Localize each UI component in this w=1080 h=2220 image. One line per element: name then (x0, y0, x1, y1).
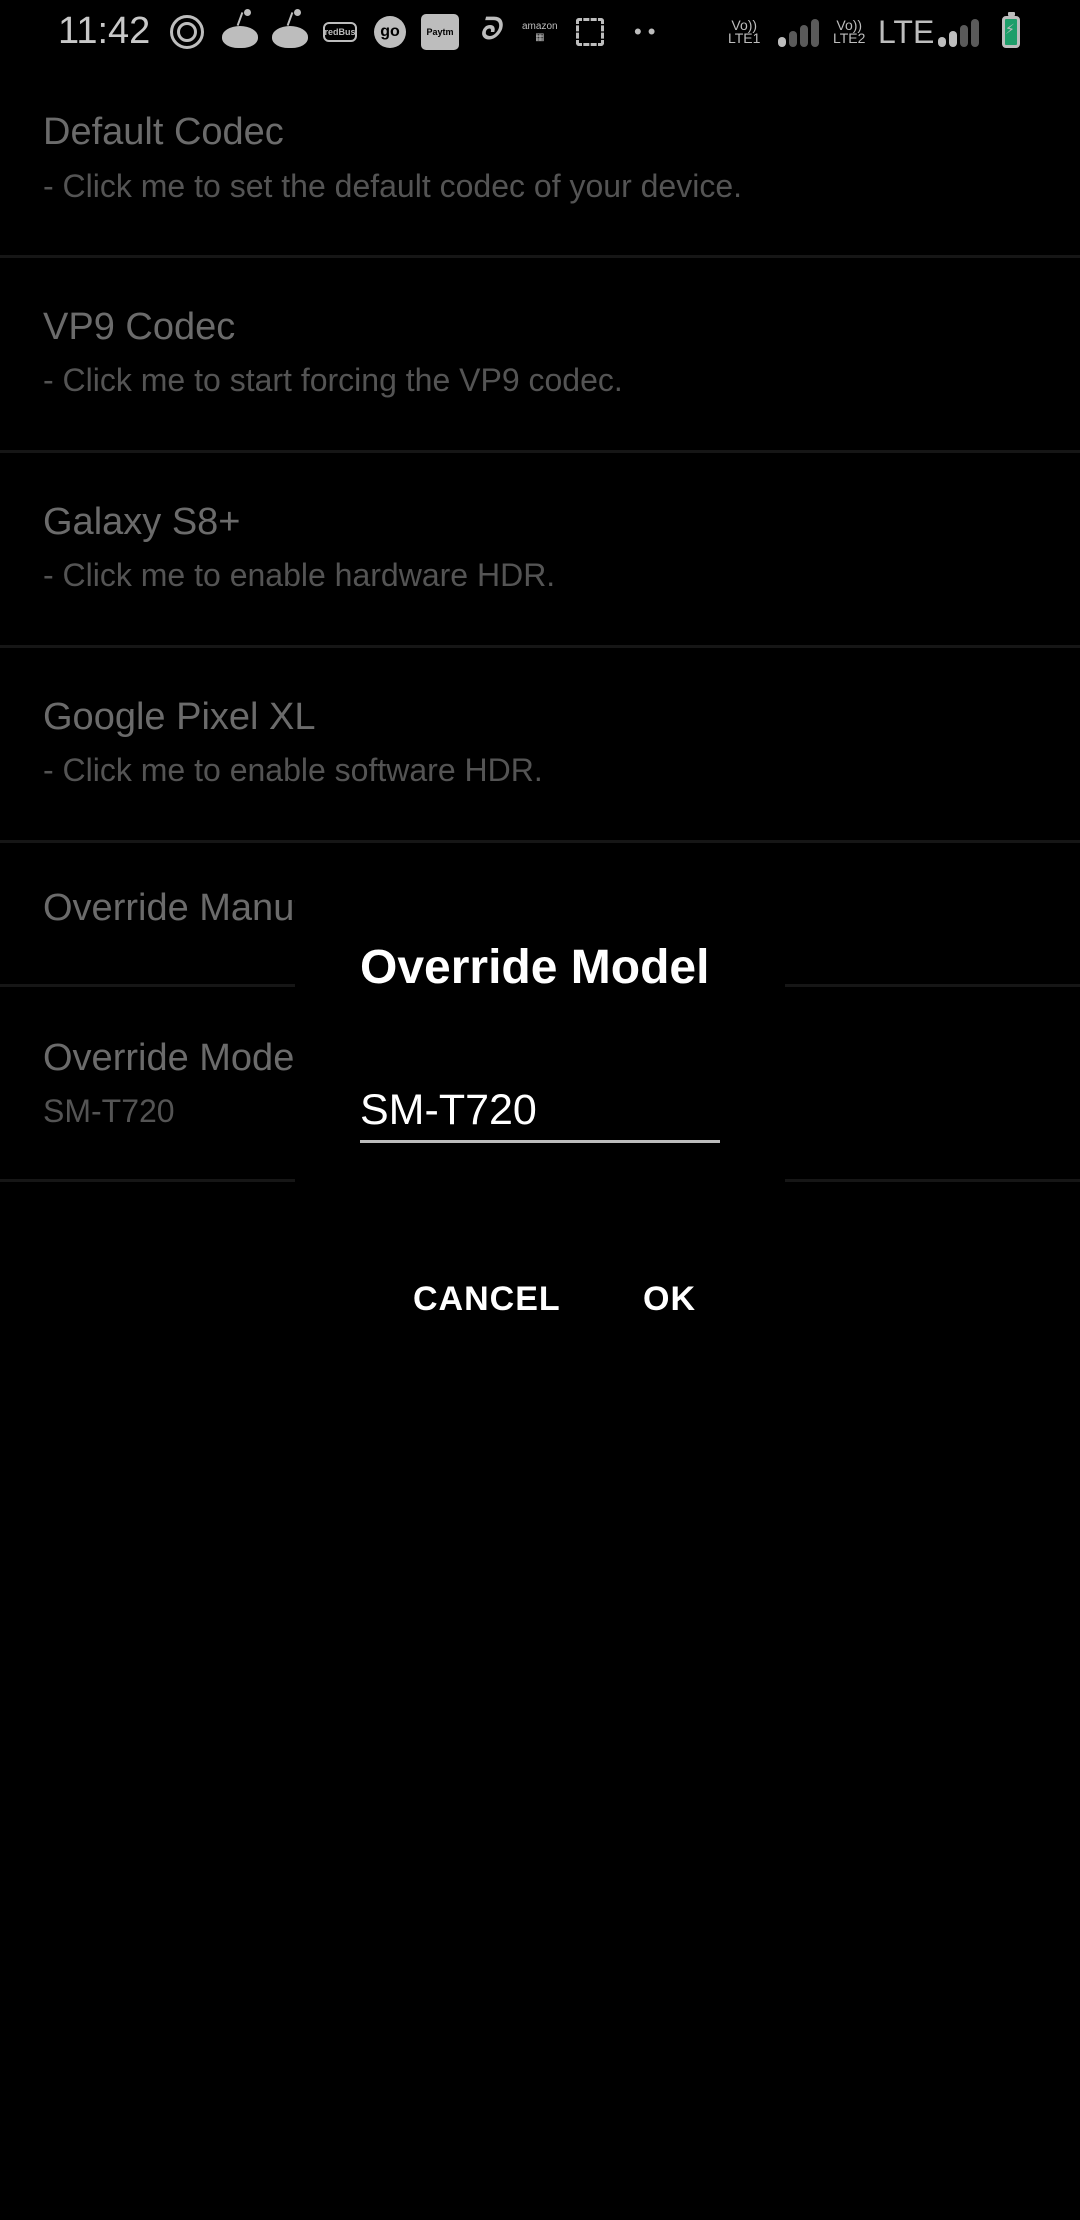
reddit-icon (272, 9, 308, 50)
volte-sim1-icon: Vo)) LTE1 (728, 17, 761, 46)
go-icon: go (374, 14, 406, 50)
setting-vp9-codec[interactable]: VP9 Codec - Click me to start forcing th… (0, 258, 1080, 453)
more-dots-icon: •• (634, 19, 662, 44)
cancel-button[interactable]: CANCEL (413, 1280, 561, 1319)
status-time: 11:42 (58, 10, 151, 52)
reddit-icon (222, 9, 258, 50)
circle-app-icon (170, 14, 204, 50)
signal-sim1-icon (778, 14, 819, 50)
dialog-actions: CANCEL OK (295, 1280, 785, 1340)
setting-title: Override Model (43, 1037, 303, 1079)
signal-sim2-icon (938, 14, 979, 50)
ok-button[interactable]: OK (643, 1280, 696, 1319)
setting-galaxy-s8-plus[interactable]: Galaxy S8+ - Click me to enable hardware… (0, 453, 1080, 648)
setting-title: Default Codec (43, 111, 284, 153)
setting-subtitle: - Click me to start forcing the VP9 code… (43, 362, 623, 398)
setting-subtitle: - Click me to set the default codec of y… (43, 168, 742, 204)
volte-sim2-icon: Vo)) LTE2 (833, 17, 866, 46)
battery-charging-icon (1002, 12, 1020, 50)
setting-subtitle: SM-T720 (43, 1093, 175, 1129)
override-model-dialog: Override Model CANCEL OK (295, 890, 785, 1360)
setting-title: VP9 Codec (43, 306, 236, 348)
redbus-icon: redBus (323, 14, 357, 50)
setting-title: Galaxy S8+ (43, 501, 241, 543)
amazon-icon: amazon ▦ (522, 21, 558, 43)
paytm-icon: Paytm (421, 14, 459, 50)
setting-google-pixel-xl[interactable]: Google Pixel XL - Click me to enable sof… (0, 648, 1080, 843)
setting-default-codec[interactable]: Default Codec - Click me to set the defa… (0, 66, 1080, 258)
lte-network-icon: LTE (878, 13, 935, 50)
model-input[interactable] (360, 1080, 720, 1143)
setting-subtitle: - Click me to enable hardware HDR. (43, 557, 556, 593)
setting-title: Google Pixel XL (43, 696, 316, 738)
screenshot-icon (576, 14, 604, 50)
dialog-title: Override Model (360, 941, 710, 994)
status-bar: 11:42 redBus go Paytm ᘐ amazon ▦ •• Vo)) L… (0, 0, 1080, 66)
airtel-icon: ᘐ (479, 13, 501, 46)
setting-subtitle: - Click me to enable software HDR. (43, 752, 543, 788)
